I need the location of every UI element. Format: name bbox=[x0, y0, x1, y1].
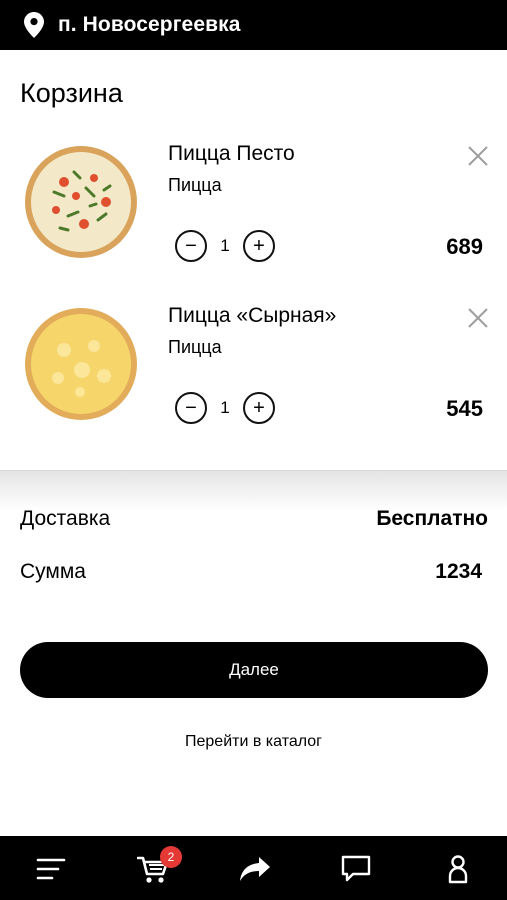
item-name: Пицца «Сырная» bbox=[168, 304, 337, 327]
city-name: п. Новосергеевка bbox=[58, 13, 241, 36]
cart-count-badge: 2 bbox=[160, 846, 182, 868]
quantity-stepper: − 1 + bbox=[175, 392, 275, 424]
go-to-catalog-link[interactable]: Перейти в каталог bbox=[0, 733, 507, 751]
profile-icon[interactable] bbox=[441, 852, 475, 886]
menu-icon[interactable] bbox=[34, 852, 68, 886]
page-title: Корзина bbox=[20, 78, 123, 108]
quantity-stepper: − 1 + bbox=[175, 230, 275, 262]
item-name: Пицца Песто bbox=[168, 142, 295, 165]
item-price: 689 bbox=[446, 234, 483, 259]
quantity-value: 1 bbox=[220, 398, 230, 417]
total-value: 1234 bbox=[435, 560, 482, 583]
cart-item: Пицца «Сырная» Пицца − 1 + 545 bbox=[0, 292, 507, 442]
share-icon[interactable] bbox=[238, 852, 272, 886]
total-label: Сумма bbox=[20, 560, 86, 583]
delivery-label: Доставка bbox=[20, 507, 111, 530]
location-bar[interactable]: п. Новосергеевка bbox=[0, 0, 507, 50]
remove-item-icon[interactable] bbox=[466, 306, 490, 330]
bottom-navigation: 2 bbox=[0, 836, 507, 900]
delivery-value: Бесплатно bbox=[376, 507, 488, 530]
decrease-quantity-button[interactable]: − bbox=[175, 392, 207, 424]
decrease-quantity-button[interactable]: − bbox=[175, 230, 207, 262]
next-button[interactable]: Далее bbox=[20, 642, 488, 698]
item-category: Пицца bbox=[168, 337, 222, 357]
delivery-row: Доставка Бесплатно bbox=[20, 507, 488, 531]
section-divider bbox=[0, 470, 507, 510]
increase-quantity-button[interactable]: + bbox=[243, 392, 275, 424]
remove-item-icon[interactable] bbox=[466, 144, 490, 168]
pizza-pesto-image bbox=[25, 146, 137, 258]
cart-item: Пицца Песто Пицца − 1 + 689 bbox=[0, 130, 507, 280]
location-pin-icon bbox=[24, 12, 46, 38]
quantity-value: 1 bbox=[220, 236, 230, 255]
increase-quantity-button[interactable]: + bbox=[243, 230, 275, 262]
chat-icon[interactable] bbox=[339, 852, 373, 886]
pizza-cheese-image bbox=[25, 308, 137, 420]
item-category: Пицца bbox=[168, 175, 222, 195]
cart-icon[interactable]: 2 bbox=[136, 846, 182, 886]
total-row: Сумма 1234 bbox=[20, 560, 488, 584]
item-price: 545 bbox=[446, 396, 483, 421]
